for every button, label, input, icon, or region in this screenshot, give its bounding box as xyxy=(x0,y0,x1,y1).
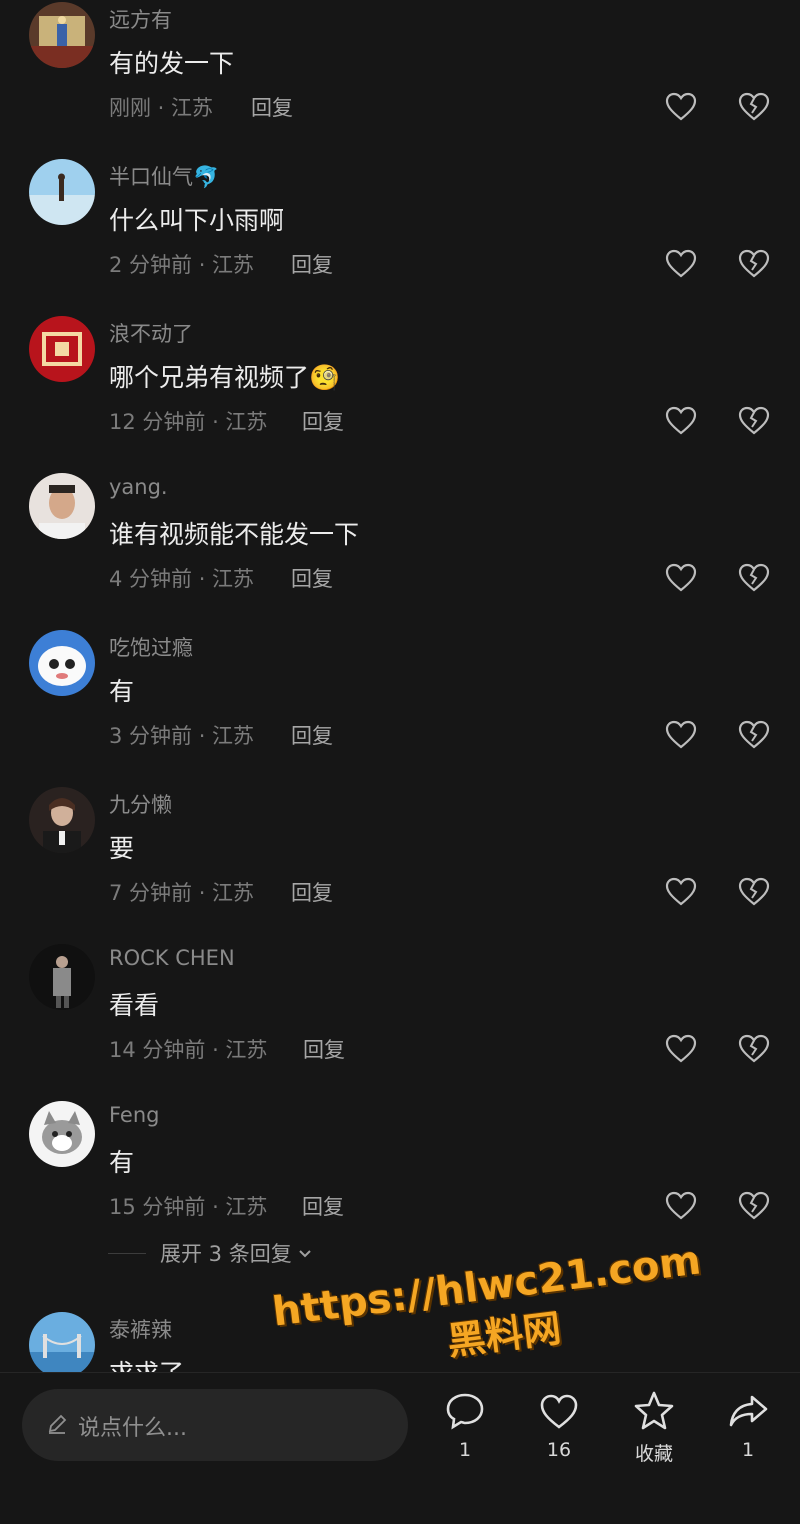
comment-meta: 14 分钟前 · 江苏 xyxy=(109,1038,268,1062)
comment-meta: 15 分钟前 · 江苏 xyxy=(109,1195,268,1219)
like-count: 16 xyxy=(546,1439,572,1461)
comment-meta: 2 分钟前 · 江苏 xyxy=(109,253,255,277)
star-icon xyxy=(634,1391,674,1430)
dislike-broken-heart-icon[interactable] xyxy=(737,561,771,595)
comment-meta: 7 分钟前 · 江苏 xyxy=(109,881,255,905)
reply-button[interactable]: 回复 xyxy=(291,877,333,907)
like-heart-icon[interactable] xyxy=(664,718,698,752)
comment-meta: 12 分钟前 · 江苏 xyxy=(109,410,268,434)
expand-replies-button[interactable]: 展开 3 条回复 xyxy=(108,1237,314,1269)
dislike-broken-heart-icon[interactable] xyxy=(737,404,771,438)
like-heart-icon[interactable] xyxy=(664,90,698,124)
comment-bubble-icon xyxy=(446,1393,484,1430)
comment-text: 谁有视频能不能发一下 xyxy=(109,520,360,549)
comment-page: 远方有 有的发一下 刚刚 · 江苏 回复 半口仙气🐬 什么叫下小雨啊 2 分钟前… xyxy=(0,0,800,1524)
username[interactable]: Feng xyxy=(109,1103,160,1127)
share-arrow-icon xyxy=(729,1395,768,1427)
username[interactable]: 九分懒 xyxy=(109,789,172,819)
avatar[interactable] xyxy=(29,159,95,225)
comment-item: Feng 有 15 分钟前 · 江苏 回复 xyxy=(0,1101,800,1258)
like-heart-icon[interactable] xyxy=(664,1032,698,1066)
pen-icon xyxy=(48,1414,67,1434)
username[interactable]: 浪不动了 xyxy=(109,318,193,348)
dislike-broken-heart-icon[interactable] xyxy=(737,875,771,909)
dislike-broken-heart-icon[interactable] xyxy=(737,1032,771,1066)
comment-item: ROCK CHEN 看看 14 分钟前 · 江苏 回复 xyxy=(0,944,800,1101)
like-heart-icon[interactable] xyxy=(664,561,698,595)
username[interactable]: 泰裤辣 xyxy=(109,1314,172,1344)
expand-divider xyxy=(108,1252,146,1254)
username[interactable]: 远方有 xyxy=(109,4,172,34)
like-heart-icon[interactable] xyxy=(664,404,698,438)
username[interactable]: yang. xyxy=(109,475,168,499)
comment-count: 1 xyxy=(458,1439,472,1461)
comment-meta: 4 分钟前 · 江苏 xyxy=(109,567,255,591)
like-heart-icon[interactable] xyxy=(664,875,698,909)
share-button[interactable]: 1 xyxy=(713,1389,783,1469)
chevron-down-icon xyxy=(299,1250,311,1258)
comment-item: yang. 谁有视频能不能发一下 4 分钟前 · 江苏 回复 xyxy=(0,473,800,630)
share-count: 1 xyxy=(741,1439,755,1461)
bottom-action-bar: 说点什么... 1 16 收藏 1 xyxy=(0,1372,800,1524)
avatar[interactable] xyxy=(29,1101,95,1167)
avatar[interactable] xyxy=(29,316,95,382)
like-heart-icon[interactable] xyxy=(664,247,698,281)
dislike-broken-heart-icon[interactable] xyxy=(737,718,771,752)
favorite-label: 收藏 xyxy=(634,1443,673,1465)
comment-item: 半口仙气🐬 什么叫下小雨啊 2 分钟前 · 江苏 回复 xyxy=(0,159,800,316)
comment-input[interactable]: 说点什么... xyxy=(22,1389,408,1461)
reply-button[interactable]: 回复 xyxy=(291,563,333,593)
username[interactable]: ROCK CHEN xyxy=(109,946,235,970)
avatar[interactable] xyxy=(29,787,95,853)
dislike-broken-heart-icon[interactable] xyxy=(737,1189,771,1223)
reply-button[interactable]: 回复 xyxy=(302,1191,344,1221)
reply-button[interactable]: 回复 xyxy=(291,720,333,750)
comment-meta: 刚刚 · 江苏 xyxy=(109,96,214,120)
comment-item: 浪不动了 哪个兄弟有视频了🧐 12 分钟前 · 江苏 回复 xyxy=(0,316,800,473)
avatar[interactable] xyxy=(29,630,95,696)
avatar[interactable] xyxy=(29,944,95,1010)
comment-item: 远方有 有的发一下 刚刚 · 江苏 回复 xyxy=(0,2,800,159)
comment-item: 吃饱过瘾 有 3 分钟前 · 江苏 回复 xyxy=(0,630,800,787)
reply-button[interactable]: 回复 xyxy=(303,1034,345,1064)
comment-item: 九分懒 要 7 分钟前 · 江苏 回复 xyxy=(0,787,800,944)
comment-text: 要 xyxy=(109,834,135,863)
avatar[interactable] xyxy=(29,2,95,68)
expand-replies-label: 展开 3 条回复 xyxy=(160,1242,292,1266)
comment-input-placeholder: 说点什么... xyxy=(78,1416,187,1441)
comment-meta: 3 分钟前 · 江苏 xyxy=(109,724,255,748)
dislike-broken-heart-icon[interactable] xyxy=(737,90,771,124)
avatar[interactable] xyxy=(29,473,95,539)
comment-button[interactable]: 1 xyxy=(430,1389,500,1469)
reply-button[interactable]: 回复 xyxy=(251,92,293,122)
reply-button[interactable]: 回复 xyxy=(302,406,344,436)
username[interactable]: 吃饱过瘾 xyxy=(109,632,193,662)
comment-text: 有 xyxy=(109,1148,135,1177)
comment-text: 有的发一下 xyxy=(109,49,235,78)
reply-button[interactable]: 回复 xyxy=(291,249,333,279)
comment-text: 什么叫下小雨啊 xyxy=(109,206,285,235)
comment-text: 有 xyxy=(109,677,135,706)
favorite-button[interactable]: 收藏 xyxy=(619,1389,689,1469)
username[interactable]: 半口仙气🐬 xyxy=(109,161,219,191)
comment-text: 看看 xyxy=(109,991,160,1020)
comment-text: 哪个兄弟有视频了🧐 xyxy=(109,363,341,392)
like-heart-icon[interactable] xyxy=(664,1189,698,1223)
avatar[interactable] xyxy=(29,1312,95,1378)
dislike-broken-heart-icon[interactable] xyxy=(737,247,771,281)
like-heart-outline-icon xyxy=(540,1394,578,1429)
like-button[interactable]: 16 xyxy=(524,1389,594,1469)
